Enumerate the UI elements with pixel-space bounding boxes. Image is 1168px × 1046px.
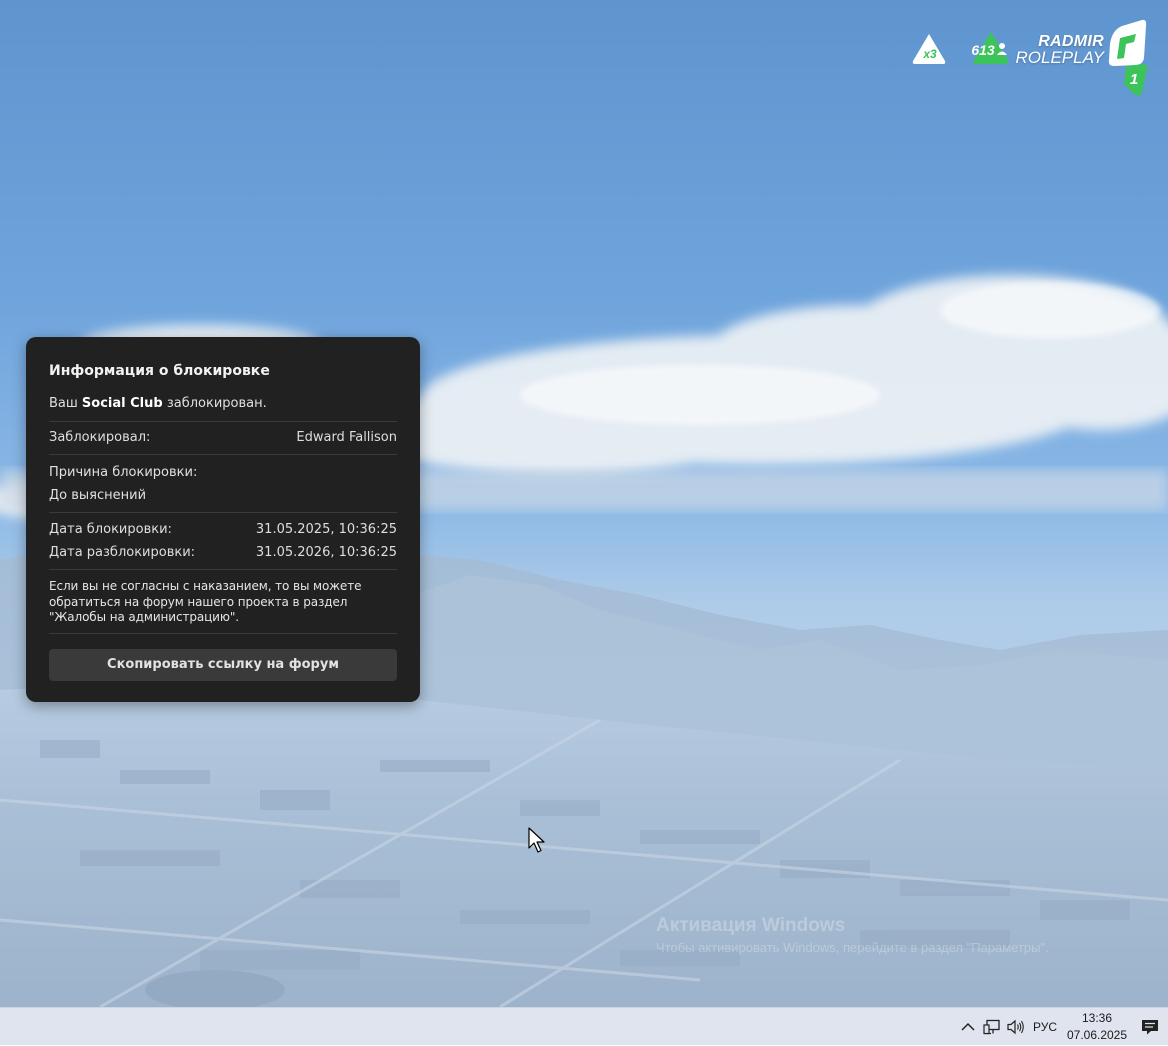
divider [49,632,397,634]
status-account-type: Social Club [81,396,163,411]
network-icon [983,1019,1000,1035]
windows-taskbar: РУС 13:36 07.06.2025 [0,1007,1168,1045]
chevron-up-icon [961,1022,975,1031]
user-icon [999,43,1005,49]
reason-value: До выяснений [49,488,147,503]
divider [49,512,397,513]
multiplier-text: x3 [922,47,937,61]
banned-by-row: Заблокировал: Edward Fallison [49,429,397,447]
ban-info-dialog: Информация о блокировке Ваш Social Club … [26,337,420,702]
ban-date-value: 31.05.2025, 10:36:25 [255,522,397,537]
exp-multiplier-badge: x3 [912,30,946,70]
show-hidden-icons-button[interactable] [958,1008,978,1046]
online-count: 613 [971,42,995,58]
banned-by-label: Заблокировал: [49,430,151,445]
divider [49,454,397,455]
server-logo: RADMIR ROLEPLAY 1 [1015,18,1168,98]
ban-date-label: Дата блокировки: [49,522,172,537]
windows-activation-watermark: Активация Windows Чтобы активировать Win… [656,915,1049,955]
status-prefix: Ваш [49,396,82,411]
notice-line: Если вы не согласны с наказанием, то вы … [49,579,362,593]
status-suffix: заблокирован. [162,396,267,411]
watermark-title: Активация Windows [656,915,846,936]
online-icon: 613 [971,32,1009,64]
ban-date-row: Дата блокировки: 31.05.2025, 10:36:25 [49,521,397,539]
ban-status-text: Ваш Social Club заблокирован. [49,395,397,413]
network-button[interactable] [982,1008,1002,1046]
language-indicator[interactable]: РУС [1030,1008,1060,1046]
clock-date: 07.06.2025 [1066,1028,1128,1042]
radmir-logo-icon: 1 [1108,19,1148,96]
banned-by-value: Edward Fallison [296,430,397,445]
appeal-notice: Если вы не согласны с наказанием, то вы … [49,579,397,626]
divider [49,569,397,570]
unban-date-label: Дата разблокировки: [49,545,196,560]
volume-button[interactable] [1005,1008,1027,1046]
unban-date-row: Дата разблокировки: 31.05.2026, 10:36:25 [49,544,397,562]
taskbar-clock[interactable]: 13:36 07.06.2025 [1062,1010,1132,1044]
unban-date-value: 31.05.2026, 10:36:25 [255,545,397,560]
multiplier-icon: x3 [912,34,946,64]
mouse-cursor-icon [528,827,545,853]
action-center-button[interactable] [1138,1008,1162,1046]
reason-label: Причина блокировки: [49,465,198,480]
volume-icon [1007,1019,1024,1035]
notice-line: обратиться на форум нашего проекта в раз… [49,594,348,609]
notice-line: "Жалобы на администрацию". [49,610,240,624]
copy-forum-link-button[interactable]: Скопировать ссылку на форум [49,648,397,681]
server-number: 1 [1130,71,1138,88]
watermark-subtitle: Чтобы активировать Windows, перейдите в … [656,940,1049,955]
divider [49,421,397,422]
online-players-badge: 613 [968,30,1010,70]
clock-time: 13:36 [1081,1011,1113,1025]
notification-icon [1142,1020,1158,1035]
dialog-title: Информация о блокировке [49,363,270,379]
